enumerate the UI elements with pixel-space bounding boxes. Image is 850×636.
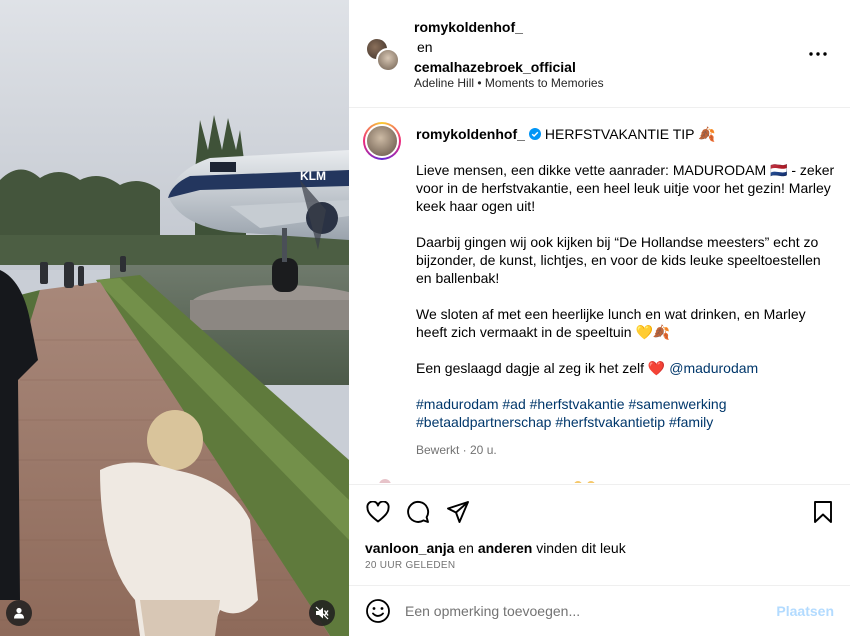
caption-text: Een geslaagd dagje al zeg ik het zelf ❤️ bbox=[416, 360, 666, 376]
audio-attribution[interactable]: Adeline Hill • Moments to Memories bbox=[414, 76, 604, 90]
emoji-icon bbox=[366, 599, 390, 623]
likes-summary: vanloon_anja en anderen vinden dit leuk bbox=[365, 540, 626, 556]
liked-by-user[interactable]: vanloon_anja bbox=[365, 540, 454, 556]
comment-bar: Plaatsen bbox=[349, 585, 850, 636]
share-button[interactable] bbox=[445, 499, 471, 525]
next-comment-peek bbox=[379, 479, 595, 483]
more-horizontal-icon bbox=[809, 52, 827, 56]
comment-input[interactable] bbox=[405, 599, 765, 623]
header-conjunction: en bbox=[417, 39, 433, 55]
heart-icon bbox=[366, 501, 390, 523]
hashtag-links[interactable]: #madurodam #ad #herfstvakantie #samenwer… bbox=[416, 395, 836, 431]
user-tag-icon bbox=[14, 607, 24, 619]
like-button[interactable] bbox=[365, 499, 391, 525]
caption-paragraph: We sloten af met een heerlijke lunch en … bbox=[416, 306, 806, 340]
post-media[interactable]: KLM bbox=[0, 0, 349, 636]
post-header: romykoldenhof_ en cemalhazebroek_officia… bbox=[349, 0, 850, 108]
post-video-frame: KLM bbox=[0, 0, 349, 636]
save-button[interactable] bbox=[810, 499, 836, 525]
post-comment-button[interactable]: Plaatsen bbox=[776, 603, 834, 619]
caption-paragraph: Een geslaagd dagje al zeg ik het zelf ❤️… bbox=[416, 359, 836, 377]
caption-paragraph: Daarbij gingen wij ook kijken bij “De Ho… bbox=[416, 234, 821, 286]
caption-avatar[interactable] bbox=[363, 122, 401, 160]
header-username-2[interactable]: cemalhazebroek_official bbox=[414, 57, 576, 77]
collab-avatars[interactable] bbox=[365, 37, 401, 73]
comment-button[interactable] bbox=[405, 499, 431, 525]
likes-suffix: vinden dit leuk bbox=[536, 540, 626, 556]
caption-meta: Bewerkt · 20 u. bbox=[416, 443, 497, 457]
likes-conjunction: en bbox=[458, 540, 474, 556]
plane-livery-text: KLM bbox=[300, 169, 326, 183]
caption-headline: HERFSTVAKANTIE TIP 🍂 bbox=[544, 126, 716, 142]
action-bar: vanloon_anja en anderen vinden dit leuk … bbox=[349, 484, 850, 584]
emoji-button[interactable] bbox=[365, 598, 391, 624]
verified-badge-icon bbox=[528, 128, 541, 140]
comment-icon bbox=[407, 501, 430, 523]
caption-username[interactable]: romykoldenhof_ bbox=[416, 125, 525, 143]
header-username-1[interactable]: romykoldenhof_ bbox=[414, 17, 576, 37]
caption-paragraph: Lieve mensen, een dikke vette aanrader: … bbox=[416, 162, 835, 214]
user-tag-button[interactable] bbox=[6, 600, 32, 626]
send-icon bbox=[447, 501, 469, 523]
post-detail-panel: romykoldenhof_ en cemalhazebroek_officia… bbox=[349, 0, 850, 636]
mention-link[interactable]: @madurodam bbox=[669, 360, 758, 376]
bookmark-icon bbox=[814, 501, 832, 523]
mute-button[interactable] bbox=[309, 600, 335, 626]
speaker-muted-icon bbox=[315, 606, 329, 620]
post-timestamp[interactable]: 20 UUR GELEDEN bbox=[365, 560, 455, 571]
avatar bbox=[365, 124, 399, 158]
liked-by-others[interactable]: anderen bbox=[478, 540, 532, 556]
more-options-button[interactable] bbox=[808, 44, 828, 64]
avatar[interactable] bbox=[376, 48, 400, 72]
caption-area: romykoldenhof_ HERFSTVAKANTIE TIP 🍂 Liev… bbox=[349, 109, 850, 483]
caption-body: romykoldenhof_ HERFSTVAKANTIE TIP 🍂 Liev… bbox=[416, 125, 836, 459]
